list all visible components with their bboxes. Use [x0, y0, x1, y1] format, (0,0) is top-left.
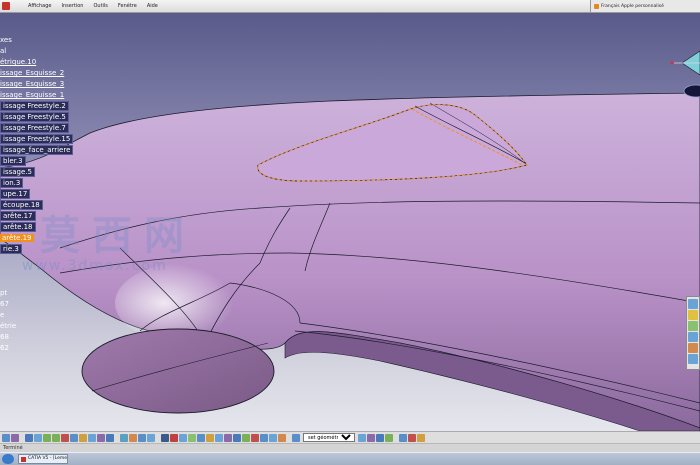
catia-app-icon — [2, 2, 10, 10]
open-icon[interactable] — [11, 433, 19, 442]
point-icon[interactable] — [206, 433, 214, 442]
tree-node[interactable] — [0, 277, 2, 288]
tree-node[interactable]: 62 — [0, 343, 11, 354]
sweep-icon[interactable] — [242, 433, 250, 442]
start-button[interactable] — [2, 454, 14, 464]
taskbar-catia-label: CATIA V5 - [Lemeure_... — [28, 456, 67, 461]
tree-node[interactable]: 68 — [0, 332, 11, 343]
curvature-icon[interactable] — [138, 433, 146, 442]
tree-node[interactable]: bler.3 — [0, 156, 26, 167]
translate-icon[interactable] — [376, 433, 384, 442]
tree-node[interactable]: ion.3 — [0, 178, 24, 189]
swap-icon[interactable] — [106, 433, 114, 442]
plane-icon[interactable] — [197, 433, 205, 442]
stop-icon[interactable] — [170, 433, 178, 442]
taskbar-catia-window[interactable]: CATIA V5 - [Lemeure_... — [18, 454, 68, 464]
tree-node[interactable]: issage Freestyle.15 — [0, 134, 74, 145]
toolbar-view-icon[interactable] — [688, 332, 698, 342]
curve-icon[interactable] — [224, 433, 232, 442]
tree-node[interactable]: étrique.10 — [0, 57, 38, 68]
menu-affichage[interactable]: Affichage — [23, 3, 57, 9]
iso-view-icon[interactable] — [79, 433, 87, 442]
fillet-icon[interactable] — [278, 433, 286, 442]
tree-node[interactable]: issage.5 — [0, 167, 35, 178]
extrude-icon[interactable] — [233, 433, 241, 442]
watermark-url: www.3dmox.com — [22, 258, 168, 274]
tree-node[interactable]: issage_face_arriere — [0, 145, 74, 156]
tree-node[interactable]: issage_Esquisse_3 — [0, 79, 66, 90]
tree-node[interactable]: rie.3 — [0, 244, 22, 255]
toolbar-rotate-icon[interactable] — [688, 354, 698, 364]
bottom-toolbar: set géométrique.10 — [0, 431, 700, 443]
tree-node[interactable]: arête.17 — [0, 211, 36, 222]
rotate-icon[interactable] — [34, 433, 42, 442]
menu-fenetre[interactable]: Fenêtre — [113, 3, 142, 9]
new-icon[interactable] — [2, 433, 10, 442]
taskbar: CATIA V5 - [Lemeure_... — [0, 452, 700, 465]
tree-node[interactable]: pt — [0, 288, 9, 299]
trim-icon[interactable] — [269, 433, 277, 442]
analysis-icon[interactable] — [129, 433, 137, 442]
status-bar: Terminé — [0, 443, 700, 452]
tree-node[interactable]: xes — [0, 35, 14, 46]
tree-node-selected[interactable]: arête.19 — [0, 233, 34, 244]
blend-icon[interactable] — [260, 433, 268, 442]
fit-all-icon[interactable] — [70, 433, 78, 442]
connect-icon[interactable] — [147, 433, 155, 442]
insert-set-icon[interactable] — [358, 433, 366, 442]
tree-node[interactable]: al — [0, 46, 8, 57]
tree-node[interactable]: issage_Esquisse_2 — [0, 68, 66, 79]
tree-node[interactable]: issage Freestyle.5 — [0, 112, 69, 123]
menu-aide[interactable]: Aide — [142, 3, 163, 9]
tree-node[interactable]: étrie — [0, 321, 18, 332]
toolbar-surface-icon[interactable] — [688, 321, 698, 331]
geometrical-set-select[interactable]: set géométrique.10 — [303, 433, 355, 442]
sketch-icon[interactable] — [188, 433, 196, 442]
toolbar-select-icon[interactable] — [688, 299, 698, 309]
update-icon[interactable] — [179, 433, 187, 442]
tree-node[interactable]: arête.18 — [0, 222, 36, 233]
3d-viewport[interactable]: 莫西网 www.3dmox.com xes al étrique.10 issa… — [0, 13, 700, 431]
catia-icon — [21, 456, 26, 462]
measure-icon[interactable] — [120, 433, 128, 442]
tools-icon[interactable] — [417, 433, 425, 442]
tree-node[interactable]: issage Freestyle.2 — [0, 101, 69, 112]
tree-node[interactable]: 67 — [0, 299, 11, 310]
tree-node[interactable]: e — [0, 310, 6, 321]
tree-node[interactable]: issage Freestyle.7 — [0, 123, 69, 134]
zoom-out-icon[interactable] — [52, 433, 60, 442]
tree-node[interactable] — [0, 255, 2, 266]
surface-end-cap[interactable] — [81, 328, 275, 414]
menu-outils[interactable]: Outils — [88, 3, 112, 9]
menu-insertion[interactable]: Insertion — [57, 3, 89, 9]
hide-show-icon[interactable] — [97, 433, 105, 442]
pan-icon[interactable] — [25, 433, 33, 442]
transform-icon[interactable] — [367, 433, 375, 442]
line-icon[interactable] — [215, 433, 223, 442]
fill-icon[interactable] — [251, 433, 259, 442]
tree-node[interactable]: issage_Esquisse_1 — [0, 90, 66, 101]
right-toolbar — [686, 296, 700, 370]
tree-node[interactable]: écoupe.18 — [0, 200, 43, 211]
spec-icon[interactable] — [399, 433, 407, 442]
snap-icon[interactable] — [161, 433, 169, 442]
datum-icon[interactable] — [408, 433, 416, 442]
language-tab[interactable]: Français Apple personnalisé — [590, 0, 700, 12]
compass-icon[interactable] — [670, 41, 700, 103]
normal-view-icon[interactable] — [61, 433, 69, 442]
menu-bar: Affichage Insertion Outils Fenêtre Aide … — [0, 0, 700, 13]
toolbar-folder-icon[interactable] — [688, 310, 698, 320]
tree-node[interactable]: upe.17 — [0, 189, 31, 200]
language-tab-label: Français Apple personnalisé — [601, 3, 664, 9]
geo-set-icon[interactable] — [292, 433, 300, 442]
symmetry-icon[interactable] — [385, 433, 393, 442]
tree-node[interactable] — [0, 266, 2, 277]
zoom-in-icon[interactable] — [43, 433, 51, 442]
watermark-chinese: 莫西网 — [40, 212, 196, 259]
toolbar-edge-icon[interactable] — [688, 343, 698, 353]
shading-icon[interactable] — [88, 433, 96, 442]
language-icon — [594, 3, 599, 9]
